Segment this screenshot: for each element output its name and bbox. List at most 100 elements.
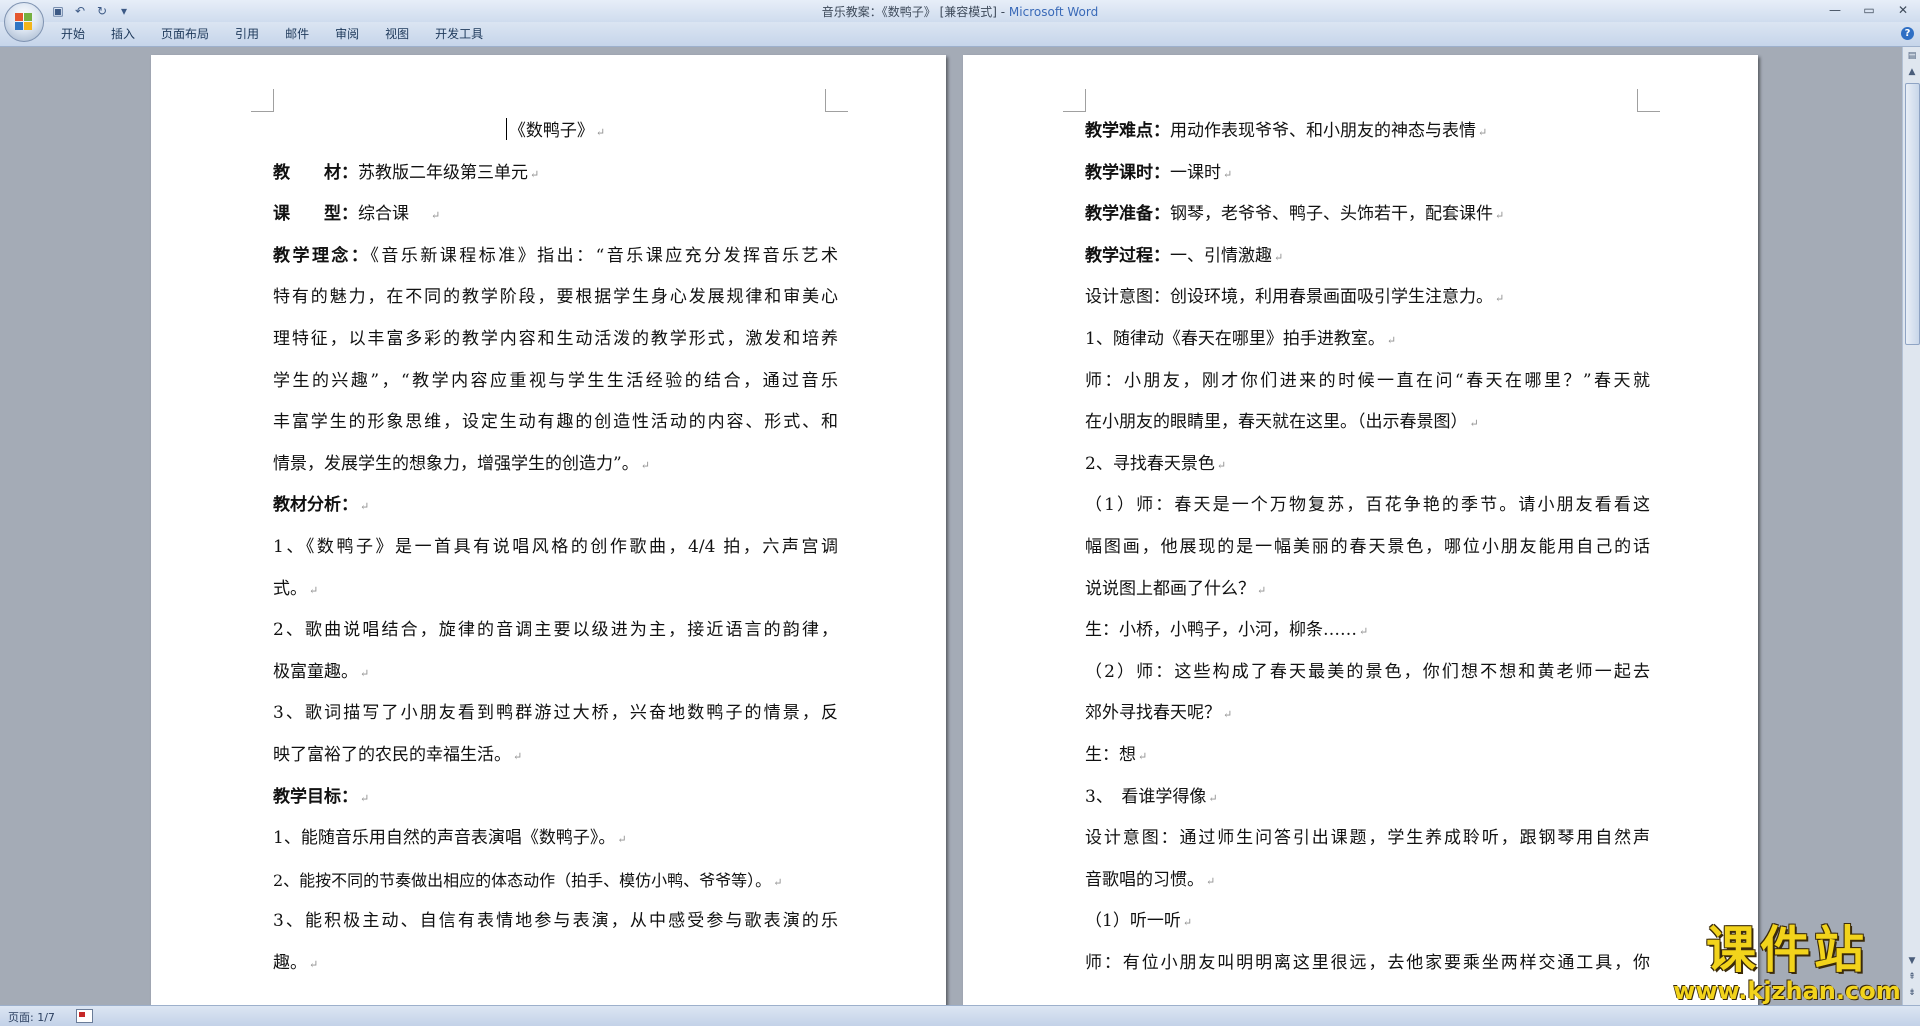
analysis-heading: 教材分析： ↵ (273, 485, 838, 527)
scrollbar-thumb[interactable] (1905, 83, 1920, 345)
concept-text: 《音乐新课程标准》指出：“音乐课应充分发挥音乐艺术 (370, 245, 838, 266)
crop-mark-top-right (825, 89, 848, 112)
paragraph-mark: ↵ (431, 209, 441, 223)
paragraph-mark: ↵ (640, 458, 650, 472)
concept-text: 理特征，以丰富多彩的教学内容和生动活泼的教学形式，激发和培养 (273, 328, 838, 349)
paragraph-mark: ↵ (1216, 458, 1227, 472)
title-bar: ▣ ↶ ↻ ▾ 音乐教案：《数鸭子》 [兼容模式] - Microsoft Wo… (0, 0, 1920, 22)
process-text-line: 2、寻找春天景色 ↵ (1085, 444, 1650, 486)
office-button[interactable] (4, 2, 44, 42)
paragraph-mark: ↵ (1495, 209, 1505, 223)
process-text: 生：小桥，小鸭子，小河，柳条…… (1085, 620, 1357, 641)
previous-page-icon[interactable]: ⇞ (1904, 969, 1920, 985)
hours-label: 教学课时： (1085, 162, 1170, 183)
tab-view[interactable]: 视图 (372, 26, 422, 42)
type-value: 综合课 (358, 204, 409, 225)
tab-insert[interactable]: 插入 (98, 26, 148, 42)
analysis-line-1: 1、《数鸭子》是一首具有说唱风格的创作歌曲，4/4 拍，六声宫调 (273, 527, 838, 569)
document-title: 音乐教案：《数鸭子》 [兼容模式] - (821, 5, 1009, 19)
goals-line-1: 1、能随音乐用自然的声音表演唱《数鸭子》。 ↵ (273, 818, 838, 860)
concept-text: 情景，发展学生的想象力，增强学生的创造力”。 (273, 453, 639, 474)
prep-label: 教学准备： (1085, 204, 1170, 225)
paragraph-mark: ↵ (1495, 292, 1505, 306)
paragraph-mark: ↵ (1208, 791, 1218, 805)
next-page-icon[interactable]: ⇟ (1904, 985, 1920, 1001)
scroll-down-icon[interactable]: ▼ (1904, 953, 1920, 969)
goals-label: 教学目标： (273, 786, 358, 807)
concept-text: 学生的兴趣”，“教学内容应重视与学生生活经验的结合，通过音乐 (273, 370, 838, 391)
concept-line-3: 理特征，以丰富多彩的教学内容和生动活泼的教学形式，激发和培养 (273, 319, 838, 361)
process-text-line: 郊外寻找春天呢？ ↵ (1085, 693, 1650, 735)
watermark-url: www.kjzhan.com (1673, 977, 1901, 1005)
material-line: 教 材：苏教版二年级第三单元 ↵ (273, 153, 838, 195)
process-value: 一、引情激趣 (1170, 245, 1272, 266)
process-text: 郊外寻找春天呢？ (1085, 703, 1221, 724)
tab-page-layout[interactable]: 页面布局 (148, 26, 222, 42)
window-controls: — ▭ ✕ (1818, 0, 1920, 20)
tab-mailings[interactable]: 邮件 (272, 26, 322, 42)
goals-line-2: 2、能按不同的节奏做出相应的体态动作（拍手、模仿小鸭、爷爷等）。 ↵ (273, 860, 838, 902)
process-text: 设计意图：创设环境，利用春景画面吸引学生注意力。 (1085, 287, 1493, 308)
macro-record-icon[interactable] (76, 1009, 93, 1023)
goals-line-4: 趣。 ↵ (273, 943, 838, 985)
process-text: 2、寻找春天景色 (1085, 453, 1215, 474)
close-button[interactable]: ✕ (1886, 0, 1920, 20)
difficulty-line: 教学难点：用动作表现爷爷、和小朋友的神态与表情 ↵ (1085, 111, 1650, 153)
concept-line-5: 丰富学生的形象思维，设定生动有趣的创造性活动的内容、形式、和 (273, 402, 838, 444)
concept-label: 教学理念： (273, 245, 371, 266)
vertical-scrollbar[interactable]: ▤ ▲ ▼ ⇞ ⇟ (1902, 47, 1920, 1005)
analysis-text: 式。 (273, 578, 307, 599)
paragraph-mark: ↵ (360, 500, 370, 514)
process-text-line: 生：小桥，小鸭子，小河，柳条…… ↵ (1085, 610, 1650, 652)
analysis-text: 3、歌词描写了小朋友看到鸭群游过大桥，兴奋地数鸭子的情景，反 (273, 703, 838, 724)
paragraph-mark: ↵ (309, 583, 319, 597)
lesson-title: 《数鸭子》 (508, 121, 594, 141)
paragraph-mark: ↵ (1274, 250, 1284, 264)
material-value: 苏教版二年级第三单元 (358, 162, 528, 183)
scroll-up-icon[interactable]: ▲ (1904, 64, 1920, 80)
page-2-body: 教学难点：用动作表现爷爷、和小朋友的神态与表情 ↵ 教学课时：一课时 ↵ 教学准备：… (1085, 111, 1650, 984)
crop-mark-top-left (1063, 89, 1086, 112)
type-label: 课 型： (273, 204, 358, 225)
process-line: 教学过程：一、引情激趣 ↵ (1085, 236, 1650, 278)
application-name: Microsoft Word (1008, 5, 1099, 19)
paragraph-mark: ↵ (309, 957, 319, 971)
page-indicator[interactable]: 页面: 1/7 (8, 1009, 55, 1025)
process-text: 1、随律动《春天在哪里》拍手进教室。 (1085, 328, 1385, 349)
tab-review[interactable]: 审阅 (322, 26, 372, 42)
watermark-title: 课件站 (1706, 921, 1868, 979)
paragraph-mark: ↵ (360, 666, 370, 680)
analysis-label: 教材分析： (273, 495, 358, 516)
tab-home[interactable]: 开始 (48, 26, 98, 42)
window-title: 音乐教案：《数鸭子》 [兼容模式] - Microsoft Word (0, 3, 1920, 20)
process-text: （1）师：春天是一个万物复苏，百花争艳的季节。请小朋友看看这 (1085, 495, 1650, 516)
help-icon[interactable]: ? (1901, 27, 1914, 40)
concept-line-4: 学生的兴趣”，“教学内容应重视与学生生活经验的结合，通过音乐 (273, 361, 838, 403)
paragraph-mark: ↵ (1223, 708, 1233, 722)
process-text: 3、 看谁学得像 (1085, 786, 1207, 807)
process-text-line: （2）师：这些构成了春天最美的景色，你们想不想和黄老师一起去 (1085, 652, 1650, 694)
maximize-button[interactable]: ▭ (1852, 0, 1886, 20)
process-text: 音歌唱的习惯。 (1085, 869, 1204, 890)
analysis-line-3: 2、歌曲说唱结合，旋律的音调主要以级进为主，接近语言的韵律， (273, 610, 838, 652)
ruler-toggle-icon[interactable]: ▤ (1904, 48, 1920, 64)
tab-references[interactable]: 引用 (222, 26, 272, 42)
tab-developer[interactable]: 开发工具 (422, 26, 496, 42)
paragraph-mark: ↵ (1359, 625, 1369, 639)
process-text-line: 音歌唱的习惯。 ↵ (1085, 860, 1650, 902)
document-title-line: 《数鸭子》 ↵ (273, 111, 838, 153)
paragraph-mark: ↵ (1469, 417, 1479, 431)
document-page-1[interactable]: 《数鸭子》 ↵ 教 材：苏教版二年级第三单元 ↵ 课 型：综合课 ↵ 教学理念：《音乐… (151, 55, 946, 1005)
process-text-line: 3、 看谁学得像 ↵ (1085, 777, 1650, 819)
process-text-line: 师：有位小朋友叫明明离这里很远，去他家要乘坐两样交通工具，你 (1085, 943, 1650, 985)
analysis-text: 极富童趣。 (273, 661, 358, 682)
analysis-line-5: 3、歌词描写了小朋友看到鸭群游过大桥，兴奋地数鸭子的情景，反 (273, 693, 838, 735)
document-page-2[interactable]: 教学难点：用动作表现爷爷、和小朋友的神态与表情 ↵ 教学课时：一课时 ↵ 教学准备：… (963, 55, 1758, 1005)
analysis-text: 2、歌曲说唱结合，旋律的音调主要以级进为主，接近语言的韵律， (273, 620, 838, 641)
paragraph-mark: ↵ (1478, 126, 1488, 139)
paragraph-mark: ↵ (773, 875, 783, 889)
process-text-line: 1、随律动《春天在哪里》拍手进教室。 ↵ (1085, 319, 1650, 361)
process-text: 幅图画，他展现的是一幅美丽的春天景色，哪位小朋友能用自己的话 (1085, 536, 1650, 557)
minimize-button[interactable]: — (1818, 0, 1852, 20)
crop-mark-top-left (251, 89, 274, 112)
